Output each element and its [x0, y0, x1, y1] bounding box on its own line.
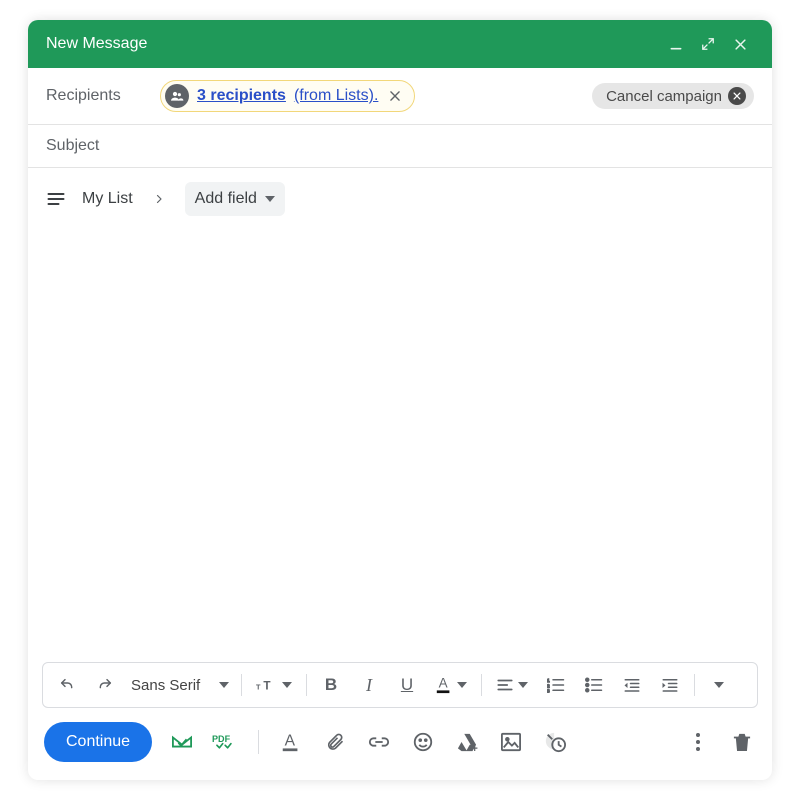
- group-icon: [165, 84, 189, 108]
- window-title: New Message: [46, 35, 660, 53]
- insert-drive-icon[interactable]: +: [453, 728, 481, 756]
- italic-button[interactable]: I: [351, 667, 387, 703]
- subject-input[interactable]: [46, 137, 754, 155]
- action-bar: Continue PDF A +: [28, 708, 772, 780]
- compose-window: New Message Recipients: [28, 20, 772, 780]
- tracking-icon[interactable]: [168, 728, 196, 756]
- recipients-chip[interactable]: 3 recipients (from Lists).: [160, 80, 415, 112]
- numbered-list-button[interactable]: 123: [538, 667, 574, 703]
- svg-text:3: 3: [547, 689, 550, 694]
- insert-photo-icon[interactable]: [497, 728, 525, 756]
- caret-down-icon: [265, 196, 275, 202]
- text-color-button[interactable]: A: [427, 667, 475, 703]
- indent-more-button[interactable]: [652, 667, 688, 703]
- more-options-button[interactable]: [684, 728, 712, 756]
- font-family-label: Sans Serif: [131, 677, 200, 694]
- format-toolbar: Sans Serif TT B I U A 123: [42, 662, 758, 708]
- separator: [306, 674, 307, 696]
- recipients-count-link[interactable]: 3 recipients: [197, 87, 286, 105]
- bold-icon: B: [325, 675, 337, 695]
- separator: [258, 730, 259, 754]
- list-name[interactable]: My List: [82, 190, 133, 208]
- svg-text:+: +: [472, 743, 478, 752]
- discard-draft-button[interactable]: [728, 728, 756, 756]
- schedule-send-icon[interactable]: [541, 728, 569, 756]
- list-menu-icon[interactable]: [46, 191, 66, 207]
- text-format-icon[interactable]: A: [277, 728, 305, 756]
- close-button[interactable]: [724, 28, 756, 60]
- svg-text:1: 1: [547, 678, 550, 683]
- cancel-campaign-close-icon[interactable]: [728, 87, 746, 105]
- subject-row: [28, 125, 772, 168]
- font-family-select[interactable]: Sans Serif: [125, 667, 235, 703]
- add-field-button[interactable]: Add field: [185, 182, 285, 216]
- fullscreen-button[interactable]: [692, 28, 724, 60]
- svg-text:T: T: [256, 682, 261, 691]
- separator: [481, 674, 482, 696]
- indent-less-button[interactable]: [614, 667, 650, 703]
- attach-file-icon[interactable]: [321, 728, 349, 756]
- separator: [694, 674, 695, 696]
- more-formatting-button[interactable]: [701, 667, 737, 703]
- recipients-label: Recipients: [46, 87, 148, 105]
- font-size-button[interactable]: TT: [248, 667, 300, 703]
- align-button[interactable]: [488, 667, 536, 703]
- separator: [241, 674, 242, 696]
- bold-button[interactable]: B: [313, 667, 349, 703]
- insert-emoji-icon[interactable]: [409, 728, 437, 756]
- chevron-right-icon: [147, 193, 171, 205]
- underline-button[interactable]: U: [389, 667, 425, 703]
- add-field-label: Add field: [195, 190, 257, 208]
- minimize-button[interactable]: [660, 28, 692, 60]
- continue-button[interactable]: Continue: [44, 722, 152, 762]
- recipients-source-label: (from Lists).: [294, 87, 378, 105]
- underline-icon: U: [401, 675, 413, 695]
- insert-link-icon[interactable]: [365, 728, 393, 756]
- svg-text:2: 2: [547, 683, 550, 688]
- caret-down-icon: [219, 682, 229, 688]
- cancel-campaign-button[interactable]: Cancel campaign: [592, 83, 754, 109]
- redo-button[interactable]: [87, 667, 123, 703]
- message-body[interactable]: [28, 216, 772, 662]
- merge-bar: My List Add field: [28, 168, 772, 216]
- cancel-campaign-label: Cancel campaign: [606, 88, 722, 105]
- titlebar: New Message: [28, 20, 772, 68]
- svg-text:PDF: PDF: [212, 734, 231, 744]
- svg-text:T: T: [263, 679, 271, 692]
- recipients-row: Recipients 3 recipients (from Lists). Ca…: [28, 68, 772, 125]
- undo-button[interactable]: [49, 667, 85, 703]
- bulleted-list-button[interactable]: [576, 667, 612, 703]
- italic-icon: I: [366, 675, 372, 696]
- remove-recipients-icon[interactable]: [386, 87, 404, 105]
- svg-text:A: A: [439, 676, 448, 691]
- pdf-attach-icon[interactable]: PDF: [212, 728, 240, 756]
- svg-text:A: A: [285, 733, 296, 750]
